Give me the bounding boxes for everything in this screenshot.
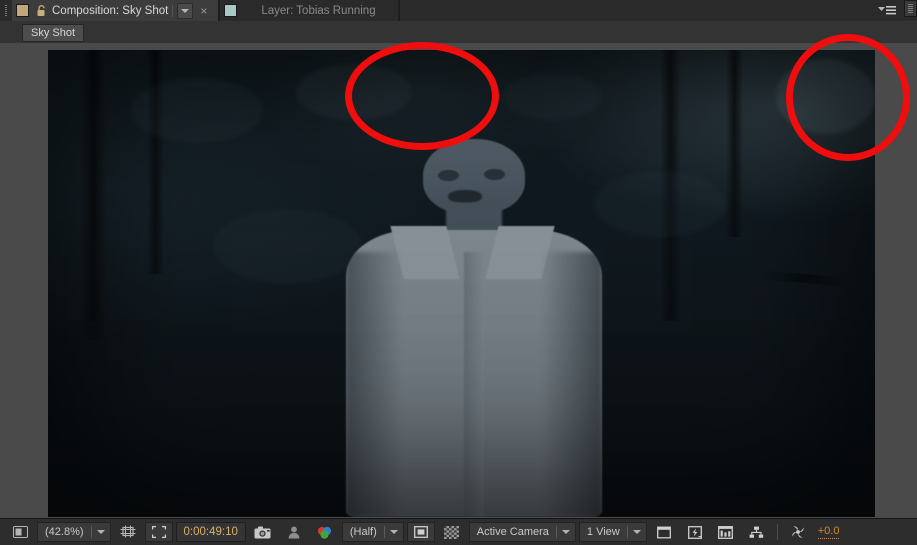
show-channel-button[interactable]	[311, 522, 339, 542]
tab-menu-button[interactable]	[177, 2, 194, 19]
close-icon[interactable]: ×	[200, 5, 207, 17]
take-snapshot-button[interactable]	[249, 522, 277, 542]
after-effects-composition-panel: Composition: Sky Shot × Layer: Tobias Ru…	[0, 0, 917, 545]
chevron-down-icon[interactable]	[92, 530, 110, 534]
chevron-down-icon	[181, 8, 190, 13]
grip-dots-icon	[5, 5, 7, 16]
chevron-down-icon[interactable]	[557, 530, 575, 534]
timeline-icon	[718, 525, 734, 539]
reset-exposure-icon	[792, 526, 804, 538]
take-snapshot-icon	[254, 526, 271, 538]
panel-resize-grip[interactable]	[904, 0, 917, 17]
tab-composition[interactable]: Composition: Sky Shot ×	[12, 0, 220, 21]
resolution-select[interactable]: (Half)	[341, 522, 404, 542]
current-time-field[interactable]: 0:00:49:10	[175, 522, 246, 542]
camera-view-value: Active Camera	[476, 526, 549, 538]
chevron-down-icon[interactable]	[385, 530, 403, 534]
transparency-grid-icon	[444, 525, 460, 539]
layer-color-swatch	[224, 4, 238, 17]
tab-separator	[172, 4, 174, 17]
toggle-pixel-aspect-ratio-correction-icon	[656, 526, 671, 538]
toolbar-divider	[776, 524, 778, 540]
chevron-down-icon[interactable]	[628, 530, 646, 534]
composition-flowchart-icon	[749, 526, 764, 538]
choose-grid-and-guide-options-icon	[120, 525, 136, 538]
toggle-mask-visibility-button[interactable]	[406, 522, 435, 542]
tab-bar-empty-area	[398, 0, 870, 21]
show-channel-rgb-icon	[318, 526, 332, 539]
always-preview-this-view-icon	[12, 526, 28, 538]
composition-navigator-bar: Sky Shot	[0, 21, 917, 43]
view-layout-select[interactable]: 1 View	[578, 522, 647, 542]
region-of-interest-icon	[151, 526, 166, 538]
pixel-aspect-ratio-button[interactable]	[650, 522, 678, 542]
reset-exposure-button[interactable]	[784, 522, 812, 542]
viewer-area[interactable]	[0, 34, 917, 518]
toggle-mask-and-shape-path-visibility-icon	[413, 526, 428, 538]
show-snapshot-button[interactable]	[280, 522, 308, 542]
tab-composition-label: Composition: Sky Shot	[52, 4, 169, 17]
fast-previews-icon	[687, 525, 702, 539]
panel-drag-grip[interactable]	[0, 0, 12, 21]
tab-layer-label: Layer: Tobias Running	[261, 4, 376, 17]
breadcrumb-sky-shot[interactable]: Sky Shot	[22, 24, 85, 42]
choose-grid-and-guide-options-button[interactable]	[114, 522, 142, 542]
magnification-value: (42.8%)	[45, 526, 84, 538]
fast-previews-button[interactable]	[681, 522, 709, 542]
resolution-value: (Half)	[349, 526, 377, 538]
composition-flowchart-button[interactable]	[743, 522, 771, 542]
show-snapshot-icon	[288, 526, 300, 538]
panel-tab-bar: Composition: Sky Shot × Layer: Tobias Ru…	[0, 0, 917, 22]
always-preview-this-view-button[interactable]	[6, 522, 34, 542]
panel-menu-button[interactable]	[870, 0, 904, 21]
magnification-select[interactable]: (42.8%)	[37, 522, 111, 542]
composition-color-swatch	[16, 4, 29, 17]
viewer-bottom-toolbar: (42.8%) 0:00:49:10 (Half) Active Camera …	[0, 518, 917, 545]
region-of-interest-button[interactable]	[144, 522, 173, 542]
annotation-ellipse-right	[786, 34, 910, 161]
tab-layer[interactable]: Layer: Tobias Running	[219, 0, 399, 21]
camera-view-select[interactable]: Active Camera	[468, 522, 576, 542]
panel-menu-icon	[878, 6, 896, 15]
toggle-transparency-grid-button[interactable]	[438, 522, 466, 542]
lock-icon[interactable]	[37, 4, 46, 17]
timeline-button[interactable]	[712, 522, 740, 542]
view-layout-value: 1 View	[586, 526, 620, 538]
annotation-ellipse-left	[345, 42, 499, 150]
exposure-value[interactable]: +0.0	[817, 525, 840, 539]
